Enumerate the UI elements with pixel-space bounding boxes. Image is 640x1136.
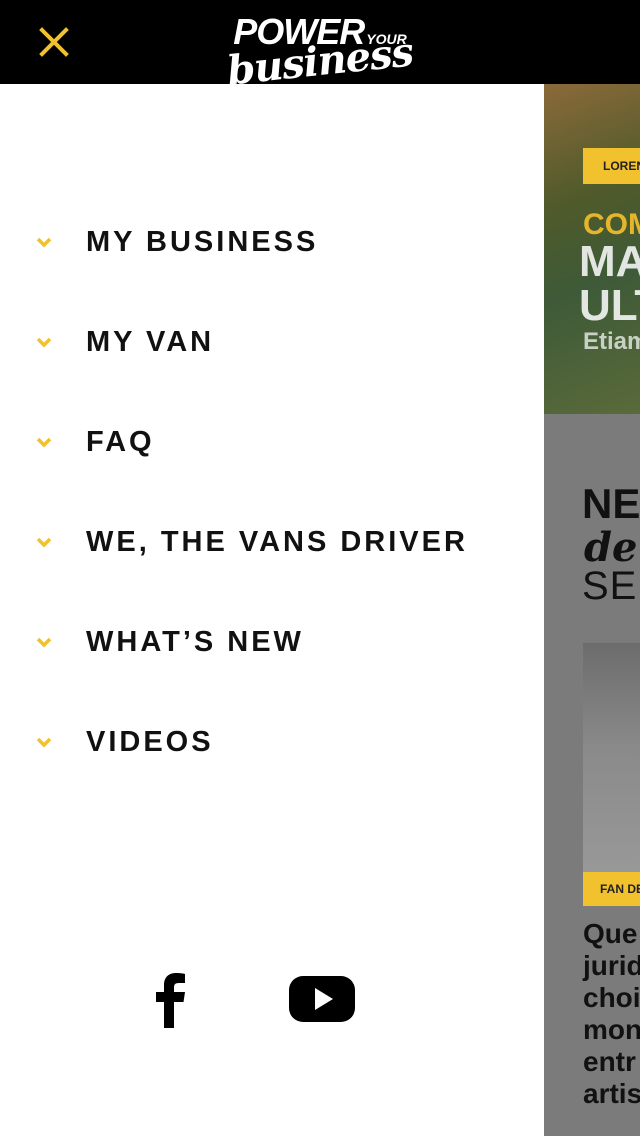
background-news-section: NE de SEN FAN DE Que jurid choi mon entr…	[544, 414, 640, 1136]
news-excerpt-line: mon	[583, 1014, 640, 1045]
menu-item-whats-new[interactable]: WHAT’S NEW	[0, 612, 544, 672]
chevron-down-icon	[36, 237, 52, 248]
chevron-down-icon	[36, 737, 52, 748]
chevron-down-icon	[36, 437, 52, 448]
facebook-icon	[156, 973, 185, 1028]
news-excerpt-line: entr	[583, 1046, 636, 1077]
facebook-link[interactable]	[152, 972, 192, 1028]
menu-item-label: VIDEOS	[86, 725, 214, 758]
news-excerpt-line: Que	[583, 918, 638, 949]
top-bar: POWER YOUR business	[0, 0, 640, 95]
logo[interactable]: POWER YOUR business	[222, 12, 418, 96]
hero-subtitle: Etiam	[583, 328, 640, 355]
youtube-link[interactable]	[288, 974, 356, 1024]
close-menu-button[interactable]	[34, 22, 74, 62]
chevron-down-icon	[36, 537, 52, 548]
navigation-drawer: MY BUSINESS MY VAN FAQ WE, THE VANS DRIV…	[0, 84, 544, 1136]
news-excerpt-line: artis	[583, 1078, 640, 1109]
news-heading-line-1: NE	[582, 480, 640, 527]
youtube-icon	[289, 976, 355, 1022]
news-excerpt: Que jurid choi mon entr artis	[583, 918, 640, 1110]
chevron-down-icon	[36, 337, 52, 348]
menu-item-videos[interactable]: VIDEOS	[0, 712, 544, 772]
menu-item-label: MY VAN	[86, 325, 215, 358]
hero-title: MA ULT	[579, 240, 640, 328]
menu-item-label: WHAT’S NEW	[86, 625, 304, 658]
hero-title-line-2: ULT	[579, 281, 640, 330]
menu-item-label: MY BUSINESS	[86, 225, 319, 258]
background-hero: LOREN COM MA ULT Etiam	[544, 84, 640, 414]
hero-tag: LOREN	[583, 148, 640, 184]
menu-item-label: WE, THE VANS DRIVER	[86, 525, 468, 558]
menu-item-we-the-vans-driver[interactable]: WE, THE VANS DRIVER	[0, 512, 544, 572]
menu-item-my-business[interactable]: MY BUSINESS	[0, 212, 544, 272]
news-image	[583, 643, 640, 905]
news-heading-line-3: SEN	[582, 564, 640, 608]
close-icon	[39, 27, 69, 57]
menu-item-faq[interactable]: FAQ	[0, 412, 544, 472]
menu-item-label: FAQ	[86, 425, 155, 458]
news-excerpt-line: choi	[583, 982, 640, 1013]
chevron-down-icon	[36, 637, 52, 648]
hero-title-line-1: MA	[579, 237, 640, 286]
social-links	[0, 964, 544, 1044]
menu-item-my-van[interactable]: MY VAN	[0, 312, 544, 372]
news-tag: FAN DE	[583, 872, 640, 906]
news-excerpt-line: jurid	[583, 950, 640, 981]
